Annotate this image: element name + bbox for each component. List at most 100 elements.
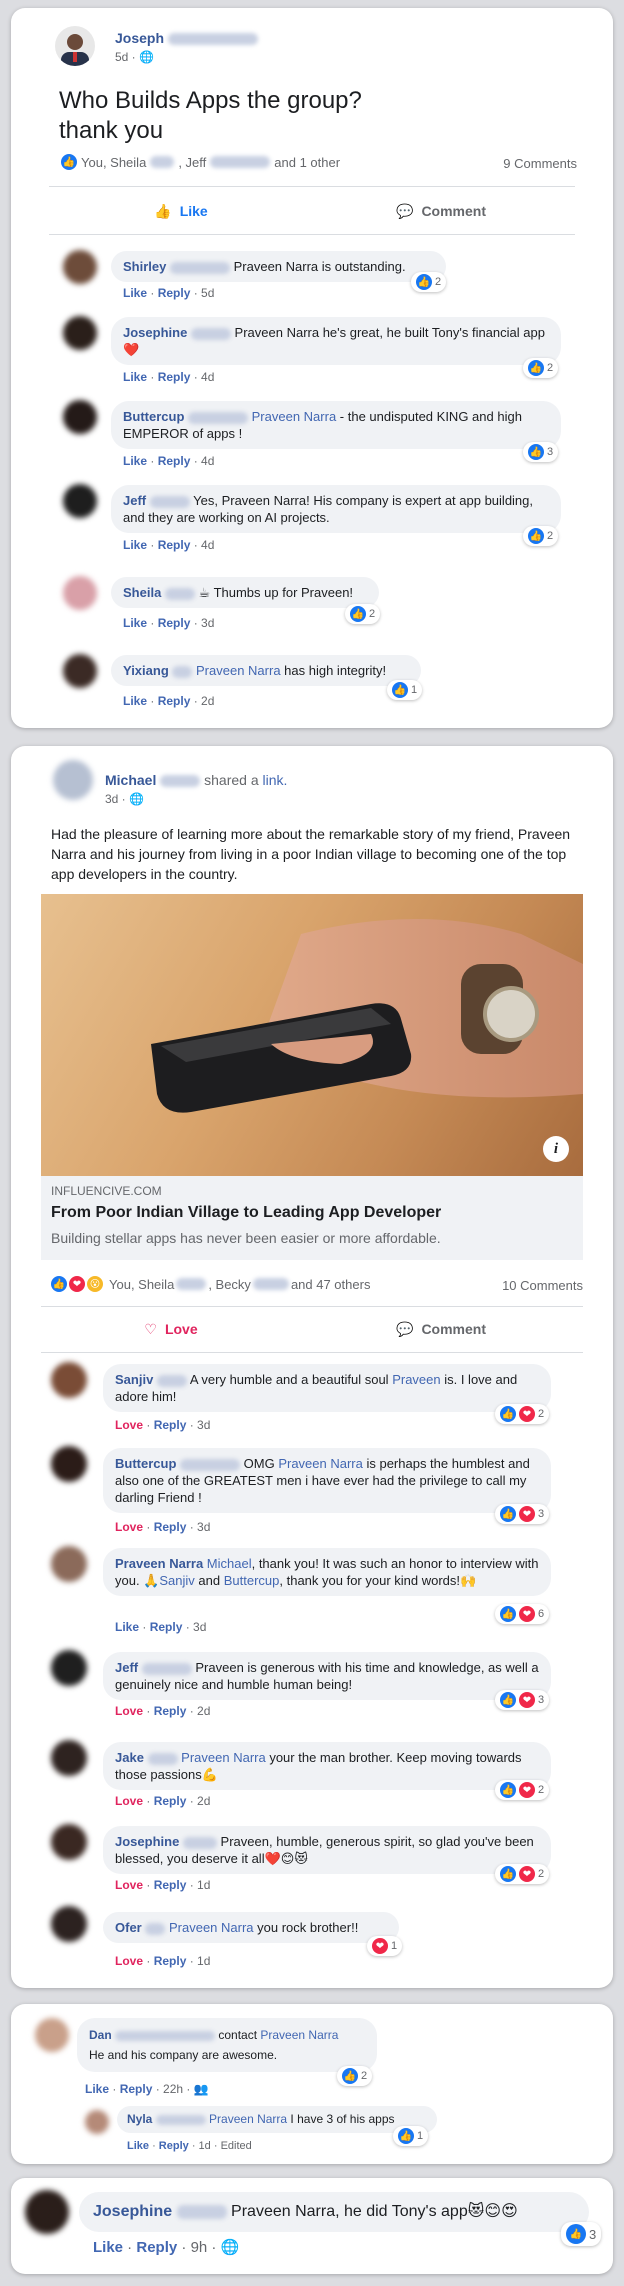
reply-link[interactable]: Reply	[154, 1878, 187, 1892]
reply-link[interactable]: Reply	[154, 1794, 187, 1808]
reply-link[interactable]: Reply	[154, 1520, 187, 1534]
comment-time[interactable]: 4d	[201, 454, 214, 468]
comment-button[interactable]: 💬 Comment	[311, 1312, 571, 1346]
love-reaction-icon[interactable]: ❤	[69, 1276, 85, 1292]
like-link[interactable]: Like	[123, 538, 147, 552]
comment-time[interactable]: 22h ·	[163, 2082, 190, 2096]
like-link[interactable]: Like	[85, 2082, 109, 2096]
love-link[interactable]: Love	[115, 1878, 143, 1892]
reaction-count[interactable]: 👍 ❤ 6	[495, 1604, 550, 1624]
reactions-summary-3[interactable]: and 1 other	[274, 155, 340, 170]
reply-link[interactable]: Reply	[120, 2082, 153, 2096]
avatar[interactable]	[55, 26, 95, 66]
like-link[interactable]: Like	[123, 286, 147, 300]
comment-time[interactable]: 2d	[201, 694, 214, 708]
reply-link[interactable]: Reply	[150, 1620, 183, 1634]
avatar[interactable]	[51, 1446, 87, 1482]
avatar[interactable]	[85, 2110, 109, 2134]
like-button[interactable]: 👍 Like	[61, 194, 301, 228]
link-preview-image[interactable]: i	[41, 894, 583, 1176]
reply-link[interactable]: Reply	[154, 1954, 187, 1968]
reaction-count[interactable]: 👍 ❤ 3	[495, 1504, 550, 1524]
reaction-count[interactable]: 👍 ❤ 3	[495, 1690, 550, 1710]
comments-count[interactable]: 10 Comments	[502, 1278, 583, 1293]
reactions-summary-2[interactable]: , Jeff	[178, 155, 206, 170]
reactions-summary-2[interactable]: , Becky	[208, 1277, 251, 1292]
avatar[interactable]	[63, 400, 97, 434]
reactions-summary[interactable]: You, Sheila	[109, 1277, 174, 1292]
reply-link[interactable]: Reply	[158, 616, 191, 630]
reply-link[interactable]: Reply	[158, 538, 191, 552]
link-title[interactable]: From Poor Indian Village to Leading App …	[51, 1204, 441, 1222]
like-link[interactable]: Like	[93, 2239, 123, 2256]
like-link[interactable]: Like	[123, 454, 147, 468]
reaction-count[interactable]: 👍 3	[523, 442, 559, 462]
avatar[interactable]	[63, 250, 97, 284]
post-timestamp[interactable]: 3d ·	[105, 792, 126, 806]
author-name[interactable]: Michael	[105, 772, 156, 788]
comment-time[interactable]: 3d	[193, 1620, 206, 1634]
avatar[interactable]	[63, 654, 97, 688]
love-link[interactable]: Love	[115, 1520, 143, 1534]
like-reaction-icon[interactable]: 👍	[51, 1276, 67, 1292]
love-link[interactable]: Love	[115, 1704, 143, 1718]
reaction-count[interactable]: 👍 2	[523, 526, 559, 546]
reply-link[interactable]: Reply	[154, 1704, 187, 1718]
avatar[interactable]	[63, 484, 97, 518]
info-icon[interactable]: i	[543, 1136, 569, 1162]
reaction-count[interactable]: 👍 2	[337, 2066, 373, 2086]
author-name[interactable]: Joseph	[115, 30, 164, 46]
link-preview-box[interactable]: INFLUENCIVE.COM From Poor Indian Village…	[41, 1176, 583, 1260]
reply-link[interactable]: Reply	[159, 2140, 189, 2152]
reactions-summary-3[interactable]: and 47 others	[291, 1277, 371, 1292]
reaction-count[interactable]: 👍 1	[387, 680, 423, 700]
reply-link[interactable]: Reply	[158, 286, 191, 300]
like-link[interactable]: Like	[123, 616, 147, 630]
avatar[interactable]	[63, 576, 97, 610]
avatar[interactable]	[51, 1650, 87, 1686]
like-link[interactable]: Like	[123, 370, 147, 384]
reply-link[interactable]: Reply	[158, 454, 191, 468]
comment-time[interactable]: 1d	[199, 2140, 211, 2152]
like-reaction-icon[interactable]: 👍	[61, 154, 77, 170]
reaction-count[interactable]: 👍 2	[345, 604, 381, 624]
love-link[interactable]: Love	[115, 1418, 143, 1432]
avatar[interactable]	[63, 316, 97, 350]
love-link[interactable]: Love	[115, 1954, 143, 1968]
avatar[interactable]	[35, 2018, 69, 2052]
edited-label[interactable]: · Edited	[214, 2140, 252, 2152]
avatar[interactable]	[51, 1362, 87, 1398]
reaction-count[interactable]: 👍 1	[393, 2126, 429, 2146]
reaction-count[interactable]: 👍 ❤ 2	[495, 1864, 550, 1884]
comment-time[interactable]: 3d	[197, 1418, 210, 1432]
post-timestamp[interactable]: 5d ·	[115, 50, 136, 64]
like-link[interactable]: Like	[115, 1620, 139, 1634]
reply-link[interactable]: Reply	[158, 370, 191, 384]
avatar[interactable]	[53, 760, 93, 800]
avatar[interactable]	[51, 1740, 87, 1776]
comment-time[interactable]: 5d	[201, 286, 214, 300]
avatar[interactable]	[51, 1546, 87, 1582]
comment-time[interactable]: 1d	[197, 1954, 210, 1968]
comment-time[interactable]: 4d	[201, 370, 214, 384]
reaction-count[interactable]: 👍 3	[561, 2222, 602, 2246]
reply-link[interactable]: Reply	[158, 694, 191, 708]
reaction-count[interactable]: ❤ 1	[367, 1936, 403, 1956]
like-link[interactable]: Like	[127, 2140, 149, 2152]
avatar[interactable]	[25, 2190, 69, 2234]
reaction-count[interactable]: 👍 2	[411, 272, 447, 292]
reaction-count[interactable]: 👍 ❤ 2	[495, 1404, 550, 1424]
comment-time[interactable]: 3d	[197, 1520, 210, 1534]
avatar[interactable]	[51, 1824, 87, 1860]
love-link[interactable]: Love	[115, 1794, 143, 1808]
comments-count[interactable]: 9 Comments	[503, 156, 577, 171]
comment-time[interactable]: 9h ·	[191, 2239, 217, 2256]
reactions-summary[interactable]: You, Sheila	[81, 155, 146, 170]
like-link[interactable]: Like	[123, 694, 147, 708]
reaction-count[interactable]: 👍 2	[523, 358, 559, 378]
reply-link[interactable]: Reply	[154, 1418, 187, 1432]
reply-link[interactable]: Reply	[136, 2239, 177, 2256]
avatar[interactable]	[51, 1906, 87, 1942]
comment-button[interactable]: 💬 Comment	[321, 194, 561, 228]
love-button[interactable]: ♡ Love	[51, 1312, 291, 1346]
